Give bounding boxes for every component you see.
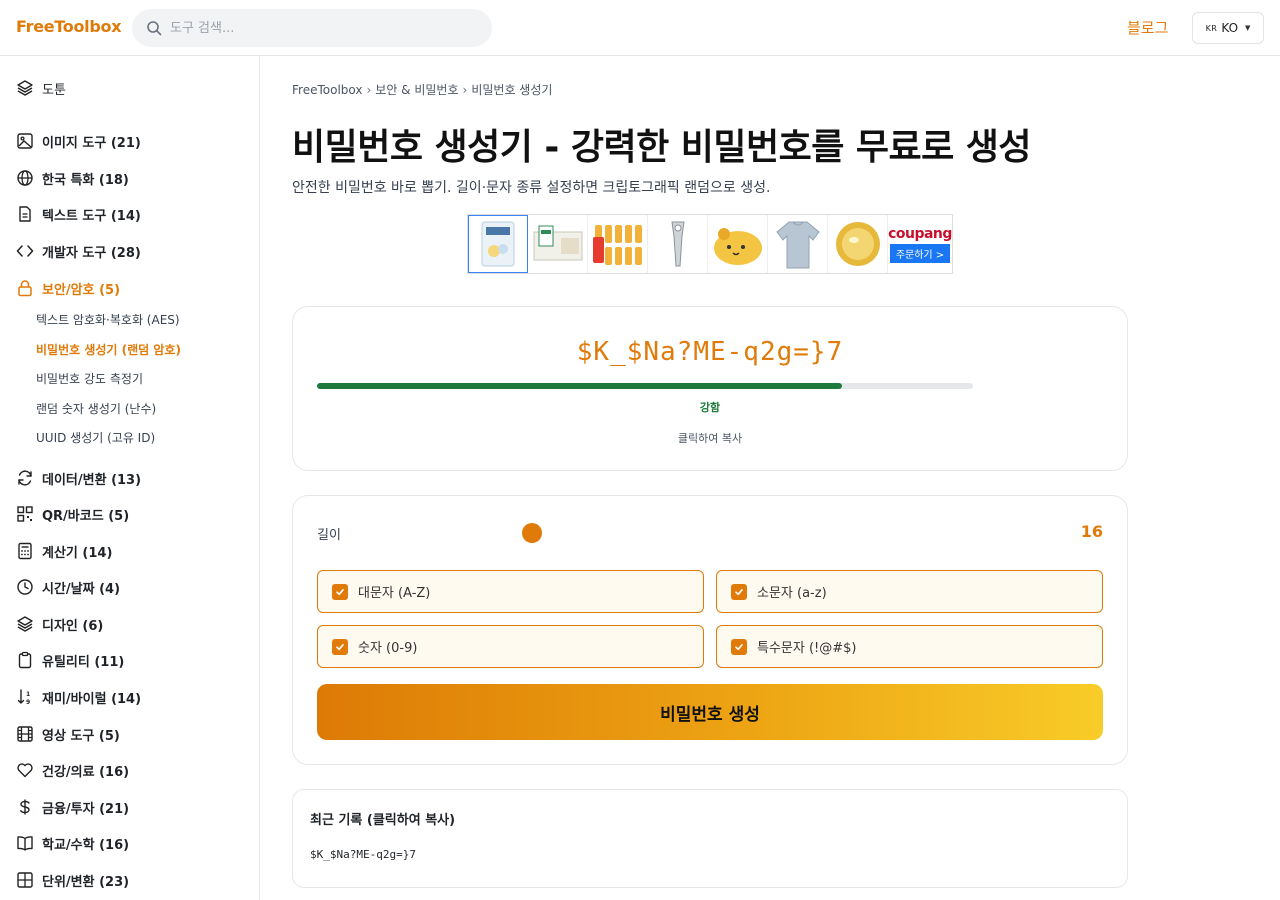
image-icon xyxy=(17,133,33,149)
ad-product-thumbnail[interactable] xyxy=(708,215,768,273)
search-input[interactable] xyxy=(170,17,470,39)
sidebar-item-time[interactable]: 시간/날짜 (4) xyxy=(16,575,120,599)
breadcrumb-home[interactable]: FreeToolbox xyxy=(292,83,362,97)
options-card: 길이 16 대문자 (A-Z) 소문자 (a-z) 숫자 (0-9) 특수문자 … xyxy=(292,495,1128,765)
strength-label: 강함 xyxy=(699,401,721,414)
sidebar-item-image[interactable]: 이미지 도구 (21) xyxy=(16,129,141,153)
page-subtitle: 안전한 비밀번호 바로 뽑기. 길이·문자 종류 설정하면 크립토그래픽 랜덤으… xyxy=(292,180,771,196)
caret-down-icon: ▼ xyxy=(1245,24,1251,32)
ad-product-thumbnail[interactable] xyxy=(648,215,708,273)
checkbox-checked-icon[interactable] xyxy=(731,638,747,655)
page-title: 비밀번호 생성기 - 강력한 비밀번호를 무료로 생성 xyxy=(292,127,1032,168)
ad-product-thumbnail[interactable] xyxy=(588,215,648,273)
sidebar-item-security[interactable]: 보안/암호 (5) xyxy=(16,276,120,300)
symbols-option[interactable]: 특수문자 (!@#$) xyxy=(716,625,1103,668)
sidebar-item-finance[interactable]: 금융/투자 (21) xyxy=(16,795,129,819)
lock-icon xyxy=(18,280,32,297)
sidebar-item-utility[interactable]: 유틸리티 (11) xyxy=(16,648,124,672)
sidebar: 도툰 이미지 도구 (21) 한국 특화 (18) 텍스트 도구 (14) 개발… xyxy=(0,56,260,900)
flag-icon: KR xyxy=(1205,23,1218,33)
checkbox-checked-icon[interactable] xyxy=(332,583,348,600)
dollar-icon xyxy=(20,799,30,815)
numbers-option[interactable]: 숫자 (0-9) xyxy=(317,625,704,668)
sidebar-item-design[interactable]: 디자인 (6) xyxy=(16,612,103,636)
book-icon xyxy=(17,836,33,851)
copy-hint: 클릭하여 복사 xyxy=(677,432,743,445)
sidebar-subitem-aes[interactable]: 텍스트 암호화·복호화 (AES) xyxy=(36,311,180,328)
qr-icon xyxy=(17,506,33,522)
blog-link[interactable]: 블로그 xyxy=(1127,17,1168,38)
sidebar-subitem-password-strength[interactable]: 비밀번호 강도 측정기 xyxy=(36,370,143,387)
code-icon xyxy=(16,245,34,257)
sidebar-item-data[interactable]: 데이터/변환 (13) xyxy=(16,466,141,490)
history-title: 최근 기록 (클릭하여 복사) xyxy=(310,813,456,828)
language-select[interactable]: KR KO ▼ xyxy=(1192,12,1264,44)
sidebar-subitem-password-generator[interactable]: 비밀번호 생성기 (랜덤 암호) xyxy=(36,341,181,358)
uppercase-option[interactable]: 대문자 (A-Z) xyxy=(317,570,704,613)
password-result-card: $K_$Na?ME-q2g=}7 강함 클릭하여 복사 xyxy=(292,306,1128,471)
svg-text:1: 1 xyxy=(26,691,30,698)
length-label: 길이 xyxy=(317,528,341,543)
breadcrumb-separator: › xyxy=(462,83,468,97)
clock-icon xyxy=(17,579,33,595)
length-slider-thumb[interactable] xyxy=(522,523,542,543)
heart-icon xyxy=(17,763,33,778)
length-value: 16 xyxy=(1080,522,1103,541)
sidebar-subitem-random-number[interactable]: 랜덤 숫자 생성기 (난수) xyxy=(36,400,156,417)
generate-password-button[interactable]: 비밀번호 생성 xyxy=(317,684,1103,740)
sidebar-item-top[interactable]: 도툰 xyxy=(16,76,66,100)
sidebar-item-text[interactable]: 텍스트 도구 (14) xyxy=(16,202,141,226)
strength-bar xyxy=(317,383,973,389)
ad-banner[interactable]: coupang 주문하기 > xyxy=(467,214,953,274)
sidebar-item-units[interactable]: 단위/변환 (23) xyxy=(16,868,129,892)
breadcrumb-current: 비밀번호 생성기 xyxy=(471,83,553,97)
sidebar-item-health[interactable]: 건강/의료 (16) xyxy=(16,758,129,782)
sidebar-item-video[interactable]: 영상 도구 (5) xyxy=(16,722,120,746)
sidebar-item-school[interactable]: 학교/수학 (16) xyxy=(16,831,129,855)
logo[interactable]: FreeToolbox xyxy=(16,17,122,36)
svg-text:9: 9 xyxy=(26,699,30,706)
ad-product-thumbnail[interactable] xyxy=(528,215,588,273)
history-item[interactable]: $K_$Na?ME-q2g=}7 xyxy=(310,848,416,861)
calculator-icon xyxy=(18,542,32,560)
generated-password[interactable]: $K_$Na?ME-q2g=}7 xyxy=(293,337,1127,367)
sidebar-item-fun[interactable]: 19 재미/바이럴 (14) xyxy=(16,685,141,709)
layers-icon xyxy=(17,616,33,632)
ad-order-button[interactable]: 주문하기 > xyxy=(889,243,951,263)
sidebar-subitem-uuid[interactable]: UUID 생성기 (고유 ID) xyxy=(36,429,155,446)
refresh-icon xyxy=(18,470,32,486)
breadcrumb-category[interactable]: 보안 & 비밀번호 xyxy=(375,83,458,97)
sort-icon: 19 xyxy=(17,689,30,706)
search-box[interactable] xyxy=(132,9,492,47)
breadcrumb: FreeToolbox › 보안 & 비밀번호 › 비밀번호 생성기 xyxy=(292,81,552,98)
search-icon xyxy=(147,21,162,36)
checkbox-checked-icon[interactable] xyxy=(731,583,747,600)
strength-bar-fill xyxy=(317,383,842,389)
header: FreeToolbox 블로그 KR KO ▼ xyxy=(0,0,1280,56)
layers-icon xyxy=(17,80,33,96)
history-card: 최근 기록 (클릭하여 복사) $K_$Na?ME-q2g=}7 xyxy=(292,789,1128,888)
globe-icon xyxy=(17,170,33,186)
film-icon xyxy=(17,726,33,742)
coupang-logo: coupang xyxy=(888,225,952,242)
ad-product-thumbnail[interactable] xyxy=(828,215,888,273)
grid-icon xyxy=(17,872,33,888)
clipboard-icon xyxy=(18,651,32,669)
breadcrumb-separator: › xyxy=(366,83,372,97)
sidebar-item-korea[interactable]: 한국 특화 (18) xyxy=(16,166,129,190)
file-text-icon xyxy=(19,206,31,222)
sidebar-item-developer[interactable]: 개발자 도구 (28) xyxy=(16,239,141,263)
sidebar-item-qr[interactable]: QR/바코드 (5) xyxy=(16,502,129,526)
ad-brand[interactable]: coupang 주문하기 > xyxy=(888,215,952,273)
ad-product-thumbnail[interactable] xyxy=(468,215,528,273)
checkbox-checked-icon[interactable] xyxy=(332,638,348,655)
lowercase-option[interactable]: 소문자 (a-z) xyxy=(716,570,1103,613)
sidebar-item-calculator[interactable]: 계산기 (14) xyxy=(16,539,112,563)
language-code: KO xyxy=(1221,21,1239,35)
ad-product-thumbnail[interactable] xyxy=(768,215,828,273)
